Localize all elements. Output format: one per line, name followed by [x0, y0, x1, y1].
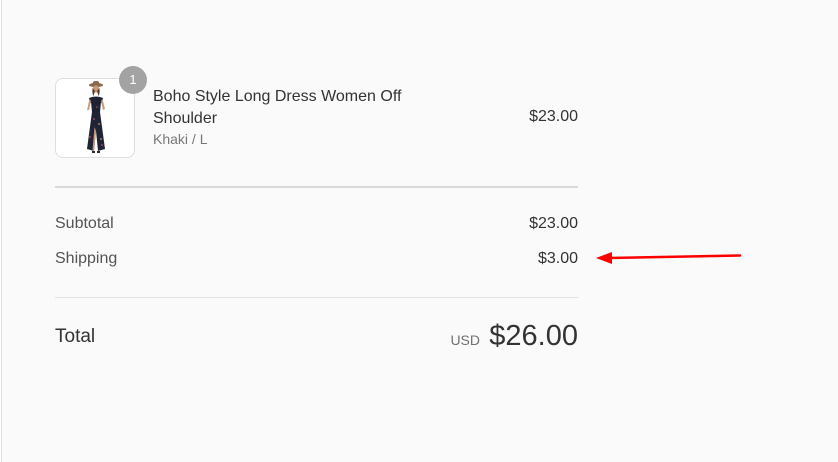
order-summary-panel: 1 Boho Style Long Dress Women Off Should… [1, 0, 838, 462]
divider-line [55, 186, 578, 188]
product-variant: Khaki / L [153, 131, 208, 147]
total-row: Total USD $26.00 [55, 318, 578, 358]
total-label: Total [55, 326, 96, 347]
currency-code: USD [450, 332, 480, 348]
shipping-value: $3.00 [537, 250, 578, 267]
product-price: $23.00 [529, 108, 578, 125]
quantity-badge: 1 [119, 66, 147, 94]
line-item: 1 Boho Style Long Dress Women Off Should… [55, 66, 578, 160]
dress-model-image [87, 81, 105, 153]
subtotal-value: $23.00 [529, 215, 578, 232]
red-arrow-annotation [596, 252, 742, 264]
total-amount: $26.00 [489, 320, 578, 352]
shipping-label: Shipping [55, 250, 118, 267]
subtotal-row: Subtotal $23.00 [55, 215, 578, 237]
product-name: Boho Style Long Dress Women Off Shoulder [153, 88, 402, 127]
divider-line [55, 297, 578, 298]
shipping-row: Shipping $3.00 [55, 250, 578, 272]
subtotal-label: Subtotal [55, 215, 114, 232]
